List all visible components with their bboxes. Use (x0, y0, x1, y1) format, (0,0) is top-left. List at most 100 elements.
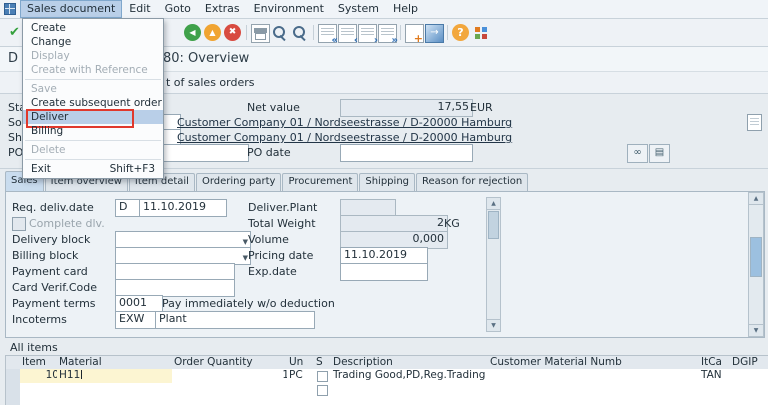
enter-icon[interactable] (6, 24, 23, 41)
last-page-icon[interactable] (378, 24, 397, 43)
cell-material[interactable] (57, 383, 177, 398)
complete-dlv-checkbox[interactable] (12, 217, 26, 231)
menu-sales-document[interactable]: Sales document (20, 0, 122, 18)
cell-item[interactable] (20, 397, 62, 405)
menu-separator (25, 79, 161, 80)
cell-order-quantity[interactable]: 1 (172, 369, 292, 384)
scroll-down-icon[interactable] (749, 324, 763, 336)
sales-document-dropdown-menu: Create Change Display Create with Refere… (22, 18, 164, 179)
tab-shipping[interactable]: Shipping (359, 173, 415, 191)
menu-item-create-subsequent-order[interactable]: Create subsequent order (23, 96, 163, 110)
exit-icon[interactable] (204, 24, 221, 41)
menu-separator (25, 159, 161, 160)
scrollbar-thumb[interactable] (750, 237, 762, 277)
spectacles-icon[interactable] (627, 144, 648, 163)
card-verif-code-label: Card Verif.Code (12, 280, 97, 295)
po-date-field[interactable] (340, 144, 473, 162)
cell-item[interactable]: 10 (20, 369, 62, 384)
print-icon[interactable] (251, 24, 270, 43)
cell-customer-material[interactable] (488, 397, 704, 405)
all-items-title: All items (10, 341, 58, 354)
cell-dgip[interactable] (730, 397, 768, 405)
payment-terms-label: Payment terms (12, 296, 96, 311)
menu-help[interactable]: Help (386, 0, 425, 18)
fields-scrollbar[interactable] (486, 197, 501, 332)
panel-scrollbar[interactable] (748, 192, 764, 337)
scroll-down-icon[interactable] (487, 319, 500, 331)
menu-bar: Sales document Edit Goto Extras Environm… (0, 0, 768, 19)
currency-label: EUR (470, 100, 493, 115)
menu-item-exit[interactable]: Exit Shift+F3 (23, 162, 163, 176)
find-next-icon[interactable] (291, 24, 308, 41)
scroll-up-icon[interactable] (749, 193, 763, 205)
help-icon[interactable] (452, 24, 469, 41)
menu-goto[interactable]: Goto (158, 0, 198, 18)
cell-dgip[interactable] (730, 383, 768, 398)
volume-label: Volume (248, 232, 289, 247)
text-cursor (81, 370, 82, 379)
cell-description[interactable] (331, 383, 493, 398)
incoterms-text-field[interactable]: Plant (155, 311, 315, 329)
scroll-up-icon[interactable] (487, 198, 500, 210)
req-deliv-date-field[interactable]: 11.10.2019 (139, 199, 227, 217)
exp-date-label: Exp.date (248, 264, 297, 279)
cell-description[interactable] (331, 397, 493, 405)
menu-system[interactable]: System (331, 0, 386, 18)
tab-reason-for-rejection[interactable]: Reason for rejection (416, 173, 528, 191)
cancel-icon[interactable] (224, 24, 241, 41)
first-page-icon[interactable] (318, 24, 337, 43)
menu-extras[interactable]: Extras (198, 0, 247, 18)
customize-icon[interactable] (472, 24, 489, 41)
new-session-icon[interactable] (405, 24, 424, 43)
find-icon[interactable] (271, 24, 288, 41)
billing-block-label: Billing block (12, 248, 78, 263)
total-weight-label: Total Weight (248, 216, 316, 231)
complete-dlv-label: Complete dlv. (29, 216, 105, 231)
menu-item-display: Display (23, 49, 163, 63)
deliver-plant-label: Deliver.Plant (248, 200, 317, 215)
cell-dgip[interactable] (730, 369, 768, 384)
tab-ordering-party[interactable]: Ordering party (196, 173, 282, 191)
cell-customer-material[interactable] (488, 383, 704, 398)
cell-material[interactable]: H11 (57, 369, 177, 384)
menu-item-save: Save (23, 82, 163, 96)
documents-icon[interactable] (649, 144, 670, 163)
cell-order-quantity[interactable] (172, 383, 292, 398)
s-checkbox[interactable] (317, 385, 328, 396)
menu-item-delete: Delete (23, 143, 163, 157)
list-of-sales-orders-button[interactable]: t of sales orders (160, 74, 261, 91)
toolbar-divider (246, 25, 247, 40)
menu-item-deliver[interactable]: Deliver (23, 110, 163, 124)
s-checkbox[interactable] (317, 371, 328, 382)
app-grid-icon[interactable] (4, 3, 16, 15)
ship-to-party-link[interactable]: Customer Company 01 / Nordseestrasse / D… (177, 130, 512, 145)
back-icon[interactable] (184, 24, 201, 41)
create-shortcut-icon[interactable] (425, 24, 444, 43)
po-number-label-partial: PO (8, 145, 23, 160)
menu-item-create[interactable]: Create (23, 21, 163, 35)
menu-item-create-with-reference: Create with Reference (23, 63, 163, 77)
cell-customer-material[interactable] (488, 369, 704, 384)
cell-order-quantity[interactable] (172, 397, 292, 405)
page-title: 80: Overview (163, 51, 249, 66)
weight-unit-label: KG (444, 216, 460, 231)
tab-procurement[interactable]: Procurement (282, 173, 358, 191)
po-date-label: PO date (247, 145, 291, 160)
scrollbar-thumb[interactable] (488, 211, 499, 239)
cell-item[interactable] (20, 383, 62, 398)
menu-item-change[interactable]: Change (23, 35, 163, 49)
document-icon[interactable] (747, 114, 762, 131)
exp-date-field[interactable] (340, 263, 428, 281)
next-page-icon[interactable] (358, 24, 377, 43)
menu-item-exit-shortcut: Shift+F3 (110, 162, 155, 176)
delivery-block-label: Delivery block (12, 232, 90, 247)
menu-environment[interactable]: Environment (247, 0, 331, 18)
sold-to-party-link[interactable]: Customer Company 01 / Nordseestrasse / D… (177, 115, 512, 130)
cell-description[interactable]: Trading Good,PD,Reg.Trading (331, 369, 493, 384)
menu-edit[interactable]: Edit (122, 0, 157, 18)
menu-item-billing[interactable]: Billing (23, 124, 163, 138)
toolbar-divider (447, 25, 448, 40)
req-deliv-date-label: Req. deliv.date (12, 200, 94, 215)
previous-page-icon[interactable] (338, 24, 357, 43)
cell-material[interactable] (57, 397, 177, 405)
